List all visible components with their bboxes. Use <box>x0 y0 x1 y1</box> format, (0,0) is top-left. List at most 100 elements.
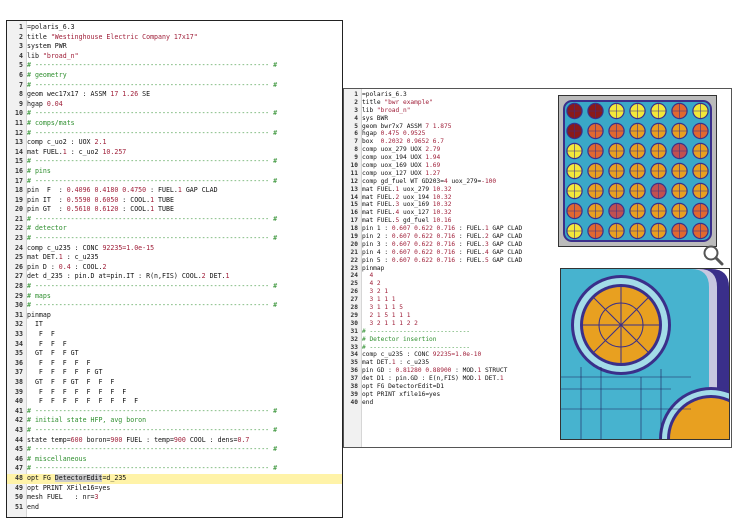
magnifier-icon[interactable] <box>702 244 724 266</box>
code-token: det D1 : pin.GD : E(n,FIS) MOD. <box>362 375 478 383</box>
line-number: 26 <box>350 288 358 296</box>
code-line[interactable]: 28 # ------------------------------------… <box>7 282 342 292</box>
code-line[interactable]: 5 # -------------------------------------… <box>7 61 342 71</box>
code-token: 92235=1.0e-10 <box>432 351 482 359</box>
code-line[interactable]: 48 opt FG DetectorEdit=d_235 <box>7 473 342 484</box>
code-token: : c_u235 <box>395 359 430 367</box>
code-line[interactable]: 22 pin 5 : 0.607 0.622 0.716 : FUEL.5 GAP… <box>344 257 731 265</box>
code-line[interactable]: 41 # ------------------------------------… <box>7 407 342 417</box>
code-line[interactable]: 29 # maps <box>7 292 342 302</box>
fuel-pin <box>650 102 667 120</box>
code-line[interactable]: 40 F F F F F F F F F <box>7 397 342 407</box>
code-line[interactable]: 10 # ------------------------------------… <box>7 109 342 119</box>
line-number: 6 <box>354 130 358 138</box>
code-comment: # comps/mats <box>27 118 75 127</box>
code-line[interactable]: 19 pin IT : 0.5590 0.6050 : COOL.1 TUBE <box>7 196 342 206</box>
line-number: 14 <box>350 193 358 201</box>
code-line[interactable]: 11 # comps/mats <box>7 119 342 129</box>
code-line[interactable]: 33 F F <box>7 330 342 340</box>
fuel-pin <box>650 202 667 220</box>
code-token: 0.81280 0.88900 <box>395 367 452 375</box>
code-line[interactable]: 23 # ------------------------------------… <box>7 234 342 244</box>
code-line[interactable]: 50 mesh FUEL : nr=3 <box>7 493 342 503</box>
code-comment: # --------------------------------------… <box>27 61 278 70</box>
code-line[interactable]: 26 pin D : 0.4 : COOL.2 <box>7 263 342 273</box>
code-token: uox_279 <box>399 185 433 193</box>
code-line[interactable]: 27 det d_235 : pin.D at=pin.IT : R(n,FIS)… <box>7 272 342 282</box>
code-line[interactable]: 30 # ------------------------------------… <box>7 301 342 311</box>
code-line[interactable]: 39 F F F F F F F F <box>7 388 342 398</box>
code-token: : FUEL. <box>455 225 485 233</box>
code-line[interactable]: 46 # miscellaneous <box>7 455 342 465</box>
line-number: 34 <box>15 339 23 348</box>
code-line[interactable]: 31 pinmap <box>7 311 342 321</box>
code-line[interactable]: 45 # ------------------------------------… <box>7 445 342 455</box>
line-number: 33 <box>350 343 358 351</box>
code-line[interactable]: 21 # ------------------------------------… <box>7 215 342 225</box>
line-number: 13 <box>350 185 358 193</box>
fuel-pin <box>629 102 646 120</box>
line-number: 29 <box>15 291 23 300</box>
code-token: GT F F GT <box>27 349 79 358</box>
code-token: opt PRINT XFile16=yes <box>27 483 111 492</box>
code-line[interactable]: 16 # pins <box>7 167 342 177</box>
code-line[interactable]: 51 end <box>7 503 342 513</box>
code-line[interactable]: 49 opt PRINT XFile16=yes <box>7 484 342 494</box>
code-token: GAP CLAD <box>488 233 523 241</box>
code-line[interactable]: 44 state temp=600 boron=900 FUEL : temp=9… <box>7 436 342 446</box>
code-line[interactable]: 22 # detector <box>7 224 342 234</box>
code-line[interactable]: 4 lib "broad_n" <box>7 52 342 62</box>
code-line[interactable]: 38 GT F F GT F F F <box>7 378 342 388</box>
code-line[interactable]: 35 GT F F GT <box>7 349 342 359</box>
code-token: 0.5610 0.6120 <box>66 205 119 214</box>
code-line[interactable]: 17 # ------------------------------------… <box>7 177 342 187</box>
code-line[interactable]: 32 IT <box>7 320 342 330</box>
code-line[interactable]: 43 # ------------------------------------… <box>7 426 342 436</box>
line-number: 33 <box>15 330 23 338</box>
code-line[interactable]: 13 comp c_uo2 : UOX 2.1 <box>7 138 342 148</box>
line-number: 25 <box>15 253 23 262</box>
code-line[interactable]: 18 pin F : 0.4096 0.4180 0.4750 : FUEL.1 … <box>7 186 342 196</box>
code-line[interactable]: 21 pin 4 : 0.607 0.622 0.716 : FUEL.4 GAP… <box>344 249 731 257</box>
code-line[interactable]: 42 # initial state HFP, avg boron <box>7 416 342 426</box>
code-token: pin IT : <box>27 195 67 204</box>
code-token: DET. <box>205 272 226 281</box>
line-number: 5 <box>19 61 23 70</box>
line-number: 23 <box>15 234 23 243</box>
code-line[interactable]: 14 mat FUEL.1 : c_uo2 10.257 <box>7 148 342 158</box>
code-line[interactable]: 2 title "Westinghouse Electric Company 17… <box>7 33 342 43</box>
code-line[interactable]: 20 pin GT : 0.5610 0.6120 : COOL.1 TUBE <box>7 205 342 215</box>
left-code-editor[interactable]: 1 =polaris_6.3 2 title "Westinghouse Electr… <box>6 20 343 518</box>
code-line[interactable]: 9 hgap 0.04 <box>7 100 342 110</box>
code-line[interactable]: 47 # ------------------------------------… <box>7 464 342 474</box>
code-line[interactable]: 37 F F F F F GT <box>7 368 342 378</box>
fuel-pin <box>692 122 709 140</box>
code-line[interactable]: 8 geom wec17x17 : ASSM 17 1.26 SE <box>7 90 342 100</box>
code-token: state temp= <box>27 435 71 444</box>
code-token: 10.32 <box>432 193 452 201</box>
fuel-pin <box>629 202 646 220</box>
code-token: FUEL : temp= <box>122 435 174 444</box>
fuel-pin <box>587 182 604 200</box>
code-line[interactable]: 1 =polaris_6.3 <box>7 23 342 33</box>
code-line[interactable]: 15 # ------------------------------------… <box>7 157 342 167</box>
code-token: pin F : <box>27 186 67 195</box>
code-token: hgap <box>27 99 47 108</box>
code-token: 0.2032 0.9652 6.7 <box>380 138 444 146</box>
code-comment: # --------------------------------------… <box>27 301 278 310</box>
code-line[interactable]: 25 mat DET.1 : c_u235 <box>7 253 342 263</box>
code-token: geom bwr7x7 ASSM <box>362 122 426 130</box>
code-line[interactable]: 24 comp c_u235 : CONC 92235=1.0e-15 <box>7 244 342 254</box>
code-token: 0.607 0.622 0.716 <box>391 248 456 256</box>
line-number: 12 <box>15 128 23 137</box>
code-line[interactable]: 3 system PWR <box>7 42 342 52</box>
code-line[interactable]: 7 # -------------------------------------… <box>7 81 342 91</box>
code-line[interactable]: 12 # ------------------------------------… <box>7 129 342 139</box>
code-line[interactable]: 34 F F F <box>7 340 342 350</box>
line-number: 48 <box>15 473 23 482</box>
code-token: pinmap <box>27 310 51 319</box>
code-line[interactable]: 6 # geometry <box>7 71 342 81</box>
code-line[interactable]: 36 F F F F F <box>7 359 342 369</box>
line-number: 2 <box>19 32 23 41</box>
fuel-pin <box>692 102 709 120</box>
